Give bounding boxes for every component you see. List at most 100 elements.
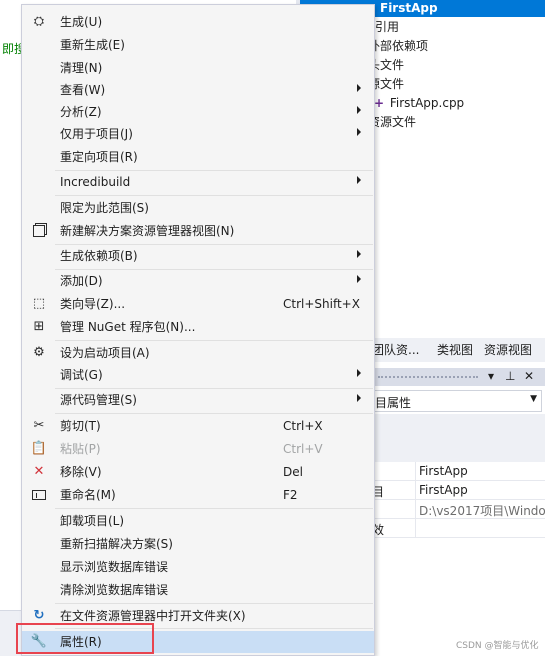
- tree-item-references[interactable]: 引用: [375, 18, 399, 37]
- menu-separator: [55, 603, 373, 604]
- menu-item-label: 新建解决方案资源管理器视图(N): [60, 224, 235, 238]
- class-wizard-icon: ⬚: [32, 296, 46, 311]
- menu-item-label: 重新生成(E): [60, 38, 125, 52]
- new-view-icon: [31, 223, 47, 239]
- menu-item-scope-to-this[interactable]: 限定为此范围(S): [22, 197, 374, 219]
- submenu-arrow-icon: [357, 128, 361, 136]
- menu-item-rename[interactable]: 重命名(M) F2: [22, 484, 374, 506]
- menu-item-show-db-errors[interactable]: 显示浏览数据库错误: [22, 556, 374, 578]
- remove-icon: ✕: [33, 464, 45, 479]
- menu-item-label: 清除浏览数据库错误: [60, 583, 169, 597]
- header-grip[interactable]: [378, 376, 478, 378]
- pin-icon[interactable]: ⊥: [505, 369, 515, 383]
- menu-item-source-control[interactable]: 源代码管理(S): [22, 389, 374, 411]
- nuget-icon: ⊞: [33, 319, 45, 334]
- menu-item-view[interactable]: 查看(W): [22, 79, 374, 101]
- menu-item-manage-nuget[interactable]: ⊞ 管理 NuGet 程序包(N)...: [22, 316, 374, 338]
- menu-item-debug[interactable]: 调试(G): [22, 364, 374, 386]
- build-icon: ⛭: [33, 14, 45, 29]
- tab-class-view[interactable]: 类视图: [437, 341, 473, 358]
- menu-item-unload-project[interactable]: 卸载项目(L): [22, 510, 374, 532]
- submenu-arrow-icon: [357, 369, 361, 377]
- menu-item-label: 清理(N): [60, 61, 103, 75]
- menu-item-label: 管理 NuGet 程序包(N)...: [60, 320, 196, 334]
- cpp-file-label: FirstApp.cpp: [389, 96, 465, 110]
- menu-item-rescan-solution[interactable]: 重新扫描解决方案(S): [22, 533, 374, 555]
- cpp-file-icon: +: [374, 96, 385, 110]
- tree-item-external-deps[interactable]: 外部依赖项: [368, 37, 428, 56]
- column-separator: [415, 481, 416, 500]
- menu-separator: [55, 195, 373, 196]
- menu-item-shortcut: Ctrl+X: [283, 419, 323, 433]
- menu-item-label: 卸载项目(L): [60, 514, 125, 528]
- menu-item-label: Incredibuild: [60, 175, 131, 189]
- context-menu: ⛭ 生成(U) 重新生成(E) 清理(N) 查看(W) 分析(Z) 仅用于项目(…: [21, 4, 375, 656]
- property-value: D:\vs2017项目\Windo: [419, 504, 545, 518]
- property-value: FirstApp: [419, 483, 468, 497]
- menu-separator: [55, 413, 373, 414]
- scissors-icon: ✂: [33, 418, 45, 433]
- menu-item-label: 查看(W): [60, 83, 106, 97]
- menu-item-label: 源代码管理(S): [60, 393, 137, 407]
- menu-item-set-startup[interactable]: ⚙ 设为启动项目(A): [22, 342, 374, 364]
- dropdown-arrow-icon[interactable]: ▾: [488, 369, 494, 383]
- menu-item-analyze[interactable]: 分析(Z): [22, 101, 374, 123]
- menu-item-retarget[interactable]: 重定向项目(R): [22, 146, 374, 168]
- open-folder-icon: ↻: [33, 608, 45, 623]
- menu-item-cut[interactable]: ✂ 剪切(T) Ctrl+X: [22, 415, 374, 437]
- menu-item-label: 设为启动项目(A): [60, 346, 150, 360]
- menu-separator: [55, 508, 373, 509]
- menu-item-build-dependencies[interactable]: 生成依赖项(B): [22, 245, 374, 267]
- menu-item-project-only[interactable]: 仅用于项目(J): [22, 123, 374, 145]
- tree-item-cpp-file[interactable]: + FirstApp.cpp: [374, 94, 464, 113]
- menu-item-shortcut: Ctrl+Shift+X: [283, 297, 360, 311]
- menu-item-build[interactable]: ⛭ 生成(U): [22, 11, 374, 33]
- menu-item-remove[interactable]: ✕ 移除(V) Del: [22, 461, 374, 483]
- tab-resource-view[interactable]: 资源视图: [484, 341, 532, 358]
- property-row[interactable]: D:\vs2017项目\Windo: [372, 500, 545, 519]
- menu-item-label: 分析(Z): [60, 105, 102, 119]
- menu-item-label: 限定为此范围(S): [60, 201, 149, 215]
- menu-item-rebuild[interactable]: 重新生成(E): [22, 34, 374, 56]
- menu-item-label: 在文件资源管理器中打开文件夹(X): [60, 609, 246, 623]
- menu-item-label: 生成依赖项(B): [60, 249, 138, 263]
- menu-item-label: 类向导(Z)...: [60, 297, 126, 311]
- menu-item-clean[interactable]: 清理(N): [22, 57, 374, 79]
- menu-item-new-explorer-view[interactable]: 新建解决方案资源管理器视图(N): [22, 220, 374, 242]
- menu-item-label: 仅用于项目(J): [60, 127, 133, 141]
- column-separator: [415, 462, 416, 481]
- menu-item-label: 生成(U): [60, 15, 103, 29]
- submenu-arrow-icon: [357, 84, 361, 92]
- submenu-arrow-icon: [357, 394, 361, 402]
- menu-item-add[interactable]: 添加(D): [22, 270, 374, 292]
- property-row[interactable]: 目 FirstApp: [372, 481, 545, 500]
- gear-icon: ⚙: [33, 345, 45, 360]
- menu-item-clear-db-errors[interactable]: 清除浏览数据库错误: [22, 579, 374, 601]
- menu-item-paste[interactable]: 📋 粘贴(P) Ctrl+V: [22, 438, 374, 460]
- tree-item-resource-files[interactable]: 资源文件: [368, 113, 416, 132]
- menu-item-shortcut: Del: [283, 465, 303, 479]
- property-row[interactable]: 效: [372, 519, 545, 538]
- watermark: CSDN @智能与优化: [456, 641, 539, 651]
- combo-value: 目属性: [375, 396, 412, 410]
- tab-team-explorer[interactable]: 团队资...: [372, 341, 419, 358]
- menu-item-label: 重定向项目(R): [60, 150, 138, 164]
- annotation-highlight-box: [16, 623, 154, 654]
- menu-separator: [55, 340, 373, 341]
- menu-item-label: 粘贴(P): [60, 442, 101, 456]
- submenu-arrow-icon: [357, 250, 361, 258]
- column-separator: [415, 500, 416, 519]
- close-icon[interactable]: ✕: [524, 369, 534, 383]
- menu-item-label: 重新扫描解决方案(S): [60, 537, 173, 551]
- property-value: FirstApp: [419, 464, 468, 478]
- submenu-arrow-icon: [357, 275, 361, 283]
- menu-item-incredibuild[interactable]: Incredibuild: [22, 171, 374, 193]
- menu-item-class-wizard[interactable]: ⬚ 类向导(Z)... Ctrl+Shift+X: [22, 293, 374, 315]
- menu-item-shortcut: F2: [283, 488, 298, 502]
- menu-item-label: 重命名(M): [60, 488, 116, 502]
- properties-object-combo[interactable]: 目属性 ▼: [372, 390, 542, 412]
- property-row[interactable]: FirstApp: [372, 462, 545, 481]
- rename-icon: [31, 487, 47, 503]
- menu-item-label: 添加(D): [60, 274, 103, 288]
- menu-item-label: 移除(V): [60, 465, 102, 479]
